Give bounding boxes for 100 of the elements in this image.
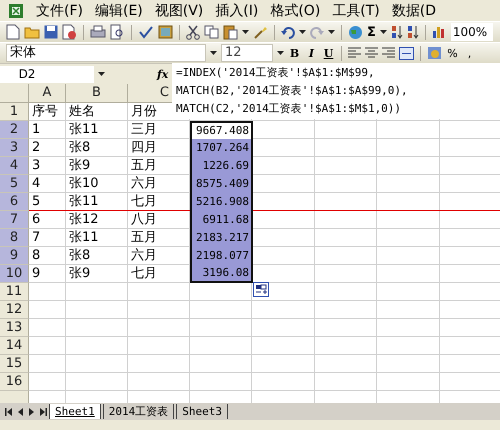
formula-line: MATCH(B2,'2014工资表'!$A$1:$A$99,0), [176, 83, 408, 99]
font-name-field[interactable]: 宋体 [6, 44, 206, 62]
spelling-check-icon[interactable] [138, 25, 154, 39]
first-sheet-icon[interactable] [5, 408, 12, 416]
sort-descending-icon[interactable] [406, 24, 419, 40]
name-box[interactable]: D2 [0, 66, 94, 82]
paste-icon[interactable] [223, 24, 238, 40]
sheet-tab[interactable]: 2014工资表 [102, 404, 174, 419]
undo-icon[interactable] [281, 25, 295, 39]
table-cell: 1 [32, 122, 40, 137]
row-header[interactable]: 1 [0, 103, 29, 121]
row-header[interactable]: 2 [0, 121, 29, 139]
table-cell: 张11 [69, 230, 99, 245]
table-cell: 1707.264 [190, 139, 253, 157]
row-header[interactable]: 5 [0, 175, 29, 193]
sheet-tab[interactable]: Sheet3 [176, 404, 228, 419]
row-header[interactable]: 13 [0, 319, 29, 337]
menu-item[interactable]: 数据(D [392, 2, 436, 20]
auto-fill-options-icon[interactable] [253, 282, 269, 297]
menu-item[interactable]: 格式(O) [270, 2, 320, 20]
insert-function-button[interactable]: fx [157, 68, 168, 80]
column-header[interactable]: A [29, 84, 66, 102]
align-center-icon[interactable] [365, 47, 378, 59]
caret-icon[interactable] [210, 51, 217, 55]
align-right-icon[interactable] [382, 47, 395, 59]
document-lock-icon[interactable] [62, 24, 77, 40]
italic-button[interactable]: I [305, 46, 318, 60]
table-cell: 七月 [131, 266, 157, 281]
caret-icon[interactable] [299, 30, 306, 34]
table-cell: 7 [32, 230, 40, 245]
printer-icon[interactable] [90, 25, 106, 39]
menu-item[interactable]: 插入(I) [215, 2, 258, 20]
merge-center-icon[interactable] [399, 46, 414, 60]
percent-style-button[interactable]: % [446, 46, 459, 60]
copy-icon[interactable] [204, 25, 219, 39]
comma-style-button[interactable]: , [463, 46, 476, 60]
align-left-icon[interactable] [348, 47, 361, 59]
zoom-field[interactable]: 100% [450, 23, 494, 41]
table-cell: 八月 [131, 212, 157, 227]
table-cell: 四月 [131, 140, 157, 155]
globe-icon[interactable] [348, 24, 363, 40]
caret-icon[interactable] [277, 51, 284, 55]
table-cell: 序号 [32, 104, 58, 119]
print-preview-icon[interactable] [110, 24, 125, 40]
table-cell: 3 [32, 158, 40, 173]
table-cell: 六月 [131, 248, 157, 263]
row-header[interactable]: 12 [0, 301, 29, 319]
table-cell: 3196.08 [190, 265, 253, 283]
row-header[interactable]: 14 [0, 337, 29, 355]
row-header[interactable]: 10 [0, 265, 29, 283]
column-header[interactable]: B [66, 84, 128, 102]
formula-line: =INDEX('2014工资表'!$A$1:$M$99, [176, 65, 375, 81]
table-cell: 5216.908 [190, 193, 253, 211]
brush-icon[interactable] [253, 24, 268, 40]
table-cell: 9 [32, 266, 40, 281]
menu-item[interactable]: 视图(V) [154, 2, 204, 20]
last-sheet-icon[interactable] [40, 408, 47, 416]
row-header[interactable]: 6 [0, 193, 29, 211]
table-cell: 五月 [131, 230, 157, 245]
cut-icon[interactable] [186, 24, 200, 40]
row-header[interactable]: 11 [0, 283, 29, 301]
save-icon[interactable] [44, 25, 58, 39]
sort-ascending-icon[interactable] [390, 24, 403, 40]
table-cell: 张8 [69, 248, 90, 263]
formula-line: MATCH(C2,'2014工资表'!$A$1:$M$1,0)) [176, 101, 402, 117]
table-cell: 五月 [131, 158, 157, 173]
caret-icon[interactable] [242, 30, 249, 34]
caret-icon[interactable] [98, 72, 105, 76]
table-cell: 六月 [131, 176, 157, 191]
menu-item[interactable]: 文件(F) [36, 2, 83, 20]
row-header[interactable]: 15 [0, 355, 29, 373]
row-header[interactable]: 7 [0, 211, 29, 229]
new-document-icon[interactable] [6, 24, 20, 40]
underline-button[interactable]: U [322, 46, 335, 60]
row-header[interactable]: 9 [0, 247, 29, 265]
row-header[interactable]: 4 [0, 157, 29, 175]
previous-sheet-icon[interactable] [18, 408, 23, 416]
menu-item[interactable]: 工具(T) [332, 2, 380, 20]
row-header[interactable]: 16 [0, 373, 29, 391]
row-header[interactable]: 8 [0, 229, 29, 247]
autosum-button[interactable]: Σ [367, 24, 376, 40]
bold-button[interactable]: B [288, 46, 301, 60]
folder-icon[interactable] [24, 25, 40, 39]
chart-icon[interactable] [432, 25, 447, 39]
column-header[interactable]: C [128, 84, 171, 102]
formula-field[interactable]: =INDEX('2014工资表'!$A$1:$M$99, MATCH(B2,'2014工资表'!$A$1:$A$99,0), MATCH(C2,'2014工资表'!$A$1:$M$1,0)) [172, 63, 500, 119]
table-cell: 张10 [69, 176, 99, 191]
caret-icon[interactable] [380, 30, 387, 34]
menu-item[interactable]: 编辑(E) [94, 2, 143, 20]
table-cell: 张12 [69, 212, 99, 227]
book-icon[interactable] [158, 25, 173, 39]
font-size-field[interactable]: 12 [221, 44, 273, 62]
next-sheet-icon[interactable] [29, 408, 34, 416]
row-header[interactable]: 3 [0, 139, 29, 157]
currency-icon[interactable] [427, 46, 442, 60]
table-cell: 2183.217 [190, 229, 253, 247]
sheet-tab[interactable]: Sheet1 [49, 404, 101, 419]
spreadsheet-logo-icon[interactable] [8, 2, 24, 18]
table-cell: 8575.409 [190, 175, 253, 193]
caret-icon[interactable] [328, 30, 335, 34]
